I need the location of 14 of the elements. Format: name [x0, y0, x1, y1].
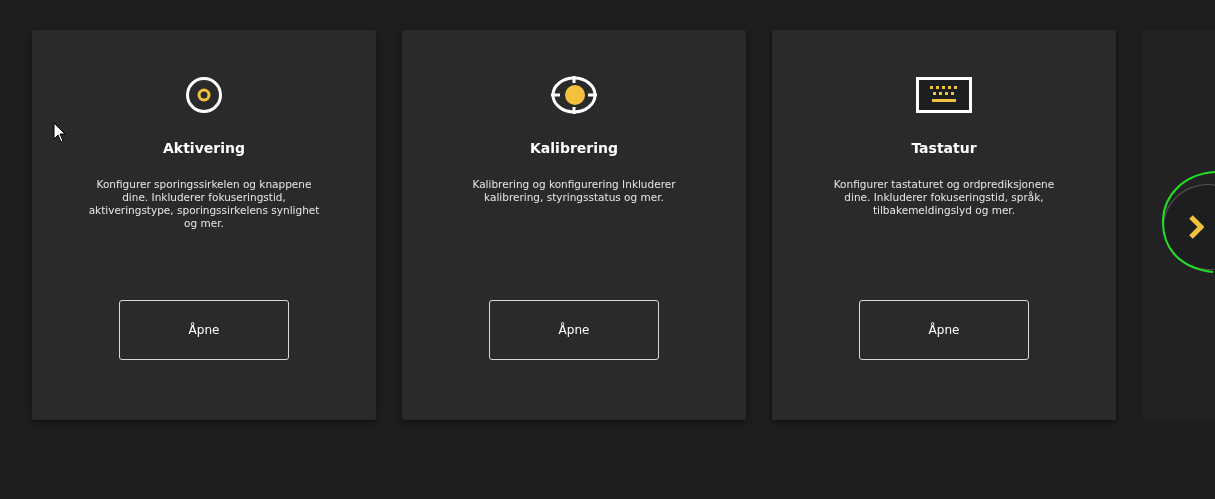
card-title: Aktivering: [163, 140, 245, 156]
card-title: Kalibrering: [530, 140, 618, 156]
crosshair-icon: [550, 75, 598, 115]
chevron-right-icon: [1188, 214, 1204, 240]
card-description: Konfigurer sporingssirkelen og knappene dine. Inkluderer fokuseringstid, aktiveringstype, sporingssirkelens synlighet og mer.: [87, 178, 321, 231]
card-description: Konfigurer tastaturet og ordprediksjonene dine. Inkluderer fokuseringstid, språk, tilbakemeldingslyd og mer.: [832, 178, 1056, 218]
target-icon: [185, 76, 223, 114]
open-button[interactable]: Åpne: [489, 300, 659, 360]
open-button[interactable]: Åpne: [119, 300, 289, 360]
card-description: Kalibrering og konfigurering Inkluderer kalibrering, styringsstatus og mer.: [471, 178, 677, 205]
keyboard-icon: [916, 77, 972, 113]
card-title: Tastatur: [911, 140, 977, 156]
open-button[interactable]: Åpne: [859, 300, 1029, 360]
cursor-icon: [53, 122, 67, 144]
